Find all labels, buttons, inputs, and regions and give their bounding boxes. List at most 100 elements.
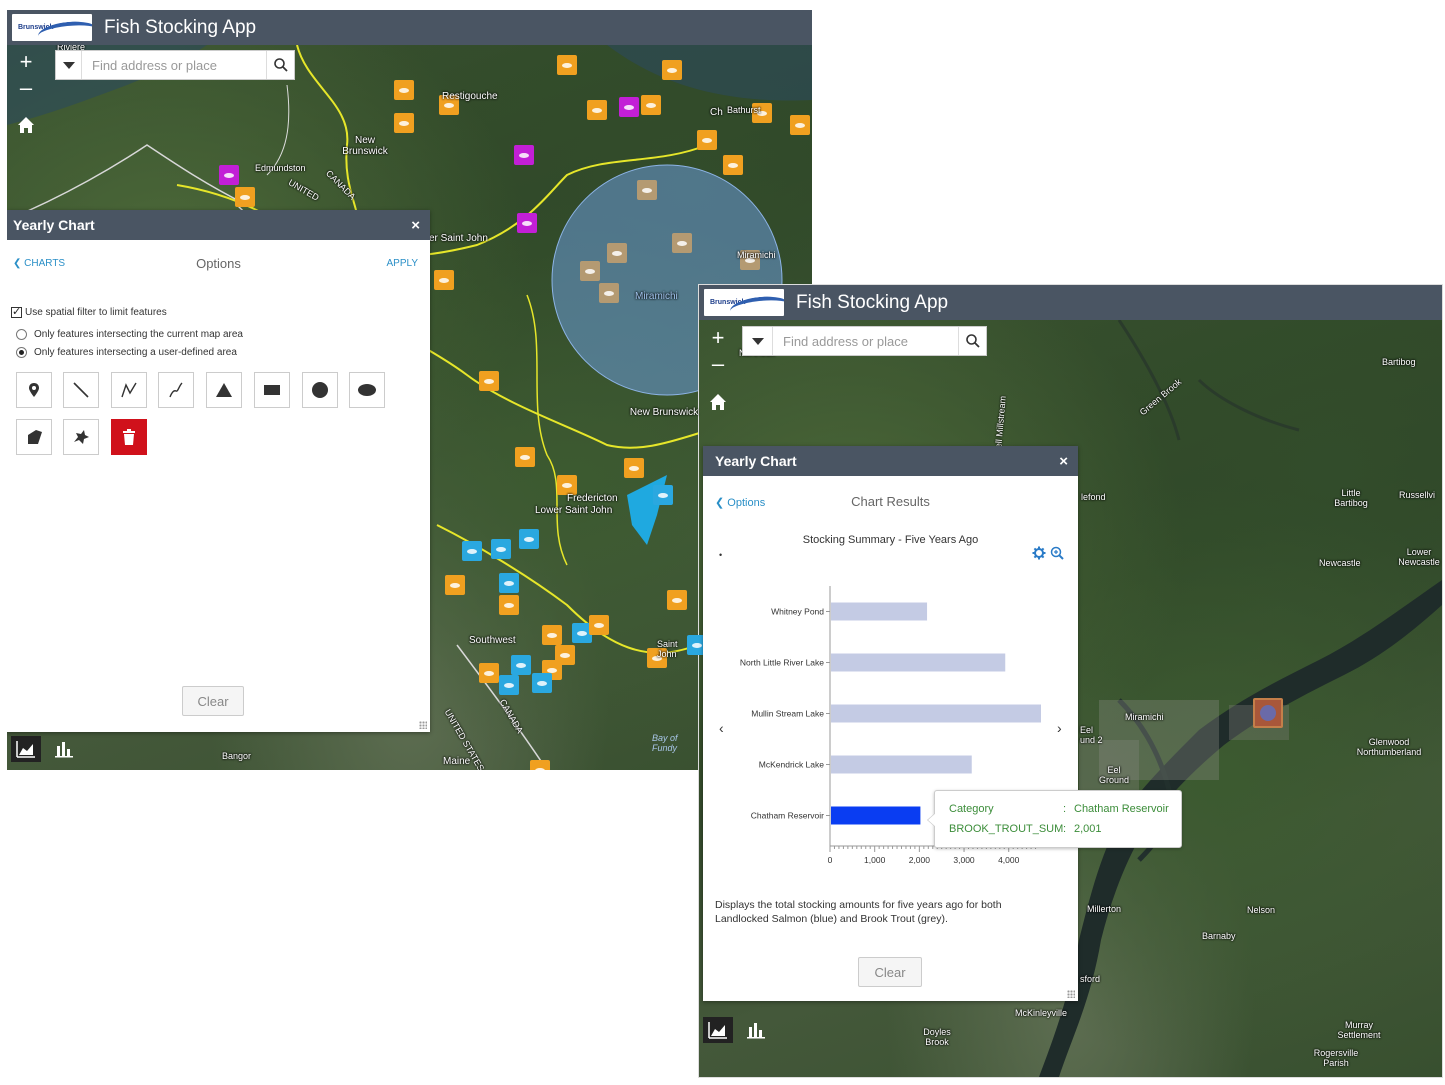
point-tool-button[interactable] [16, 372, 52, 408]
bar[interactable] [831, 602, 928, 621]
resize-handle[interactable] [1067, 990, 1075, 998]
polygon-tool-button[interactable] [16, 419, 52, 455]
stocking-marker[interactable] [515, 447, 535, 467]
y-tick-label: Mullin Stream Lake [751, 709, 824, 719]
stocking-marker[interactable] [637, 180, 657, 200]
polygon-icon [28, 430, 42, 444]
search-source-dropdown[interactable] [56, 51, 82, 79]
delete-drawing-button[interactable] [111, 419, 147, 455]
search-icon [965, 334, 980, 348]
close-button[interactable]: × [411, 217, 420, 234]
map-label: Ch [710, 107, 723, 118]
stocking-marker[interactable] [599, 283, 619, 303]
panel-section-title: Options [196, 256, 241, 271]
user-area-radio[interactable] [16, 347, 27, 358]
panel-section-title: Chart Results [851, 494, 930, 509]
chart-widget-button[interactable] [703, 1017, 733, 1043]
bar[interactable] [831, 653, 1006, 672]
stocking-marker[interactable] [723, 155, 743, 175]
tooltip-category-label: Category [949, 803, 994, 815]
bar[interactable] [831, 755, 972, 774]
map-label: Glenwood Northumberland [1356, 737, 1422, 757]
rectangle-icon [264, 385, 280, 395]
resize-handle[interactable] [419, 721, 427, 729]
stocking-marker[interactable] [697, 130, 717, 150]
clear-button[interactable]: Clear [182, 686, 244, 716]
home-icon [18, 117, 34, 133]
line-tool-button[interactable] [63, 372, 99, 408]
stocking-marker[interactable] [499, 675, 519, 695]
stocking-marker[interactable] [394, 80, 414, 100]
home-button[interactable] [15, 114, 37, 136]
stocking-marker[interactable] [499, 595, 519, 615]
freehand-polygon-tool-button[interactable] [63, 419, 99, 455]
stocking-marker[interactable] [532, 673, 552, 693]
stocking-marker[interactable] [653, 485, 673, 505]
stocking-marker[interactable] [542, 625, 562, 645]
stocking-marker[interactable] [519, 529, 539, 549]
search-input[interactable] [82, 51, 266, 79]
stocking-marker[interactable] [434, 270, 454, 290]
chart-widget-button[interactable] [11, 736, 41, 762]
stocking-marker[interactable] [479, 371, 499, 391]
stocking-marker[interactable] [445, 575, 465, 595]
stocking-marker[interactable] [557, 55, 577, 75]
search-button[interactable] [958, 327, 986, 355]
stocking-marker[interactable] [662, 60, 682, 80]
stocking-marker[interactable] [479, 663, 499, 683]
bar-chart-widget-button[interactable] [49, 736, 79, 762]
search-button[interactable] [266, 51, 294, 79]
stocking-marker[interactable] [624, 458, 644, 478]
x-tick-label: 1,000 [864, 855, 886, 865]
stocking-marker[interactable] [491, 539, 511, 559]
gear-icon[interactable] [1032, 546, 1046, 560]
stocking-marker[interactable] [517, 213, 537, 233]
stocking-marker[interactable] [394, 113, 414, 133]
zoom-icon[interactable] [1050, 546, 1064, 560]
stocking-marker[interactable] [580, 261, 600, 281]
zoom-in-button[interactable]: + [15, 51, 37, 73]
zoom-out-button[interactable]: – [707, 353, 729, 375]
freehand-line-tool-button[interactable] [158, 372, 194, 408]
stocking-marker[interactable] [557, 475, 577, 495]
app-logo: Brunswick [12, 14, 92, 41]
search-source-dropdown[interactable] [743, 327, 773, 355]
stocking-marker[interactable] [619, 97, 639, 117]
current-map-radio[interactable] [16, 329, 27, 340]
search-input[interactable] [773, 327, 958, 355]
stocking-marker[interactable] [641, 95, 661, 115]
stocking-marker[interactable] [589, 615, 609, 635]
clear-button[interactable]: Clear [858, 957, 922, 987]
stocking-marker[interactable] [667, 590, 687, 610]
close-button[interactable]: × [1059, 453, 1068, 470]
tooltip-category-value: Chatham Reservoir [1074, 803, 1169, 815]
selected-stocking-marker[interactable] [1253, 698, 1283, 728]
stocking-marker[interactable] [607, 243, 627, 263]
stocking-marker[interactable] [672, 233, 692, 253]
spatial-filter-checkbox[interactable] [11, 305, 22, 318]
zoom-in-button[interactable]: + [707, 327, 729, 349]
stocking-marker[interactable] [219, 165, 239, 185]
app-header: Brunswick Fish Stocking App [7, 10, 812, 45]
zoom-out-button[interactable]: – [15, 77, 37, 99]
map-label: Fredericton [567, 493, 618, 504]
stocking-marker[interactable] [514, 145, 534, 165]
bar-chart-widget-button[interactable] [741, 1017, 771, 1043]
stocking-marker[interactable] [462, 541, 482, 561]
stocking-marker[interactable] [530, 760, 550, 770]
stocking-marker[interactable] [790, 115, 810, 135]
triangle-tool-button[interactable] [206, 372, 242, 408]
circle-tool-button[interactable] [302, 372, 338, 408]
stocking-marker[interactable] [499, 573, 519, 593]
rectangle-tool-button[interactable] [254, 372, 290, 408]
bar[interactable] [831, 704, 1041, 723]
polyline-tool-button[interactable] [111, 372, 147, 408]
stocking-marker[interactable] [235, 187, 255, 207]
bar[interactable] [831, 806, 921, 825]
stocking-marker[interactable] [511, 655, 531, 675]
home-button[interactable] [707, 391, 729, 413]
apply-button[interactable]: APPLY [387, 258, 419, 269]
x-tick-label: 3,000 [953, 855, 975, 865]
stocking-marker[interactable] [587, 100, 607, 120]
ellipse-tool-button[interactable] [349, 372, 385, 408]
